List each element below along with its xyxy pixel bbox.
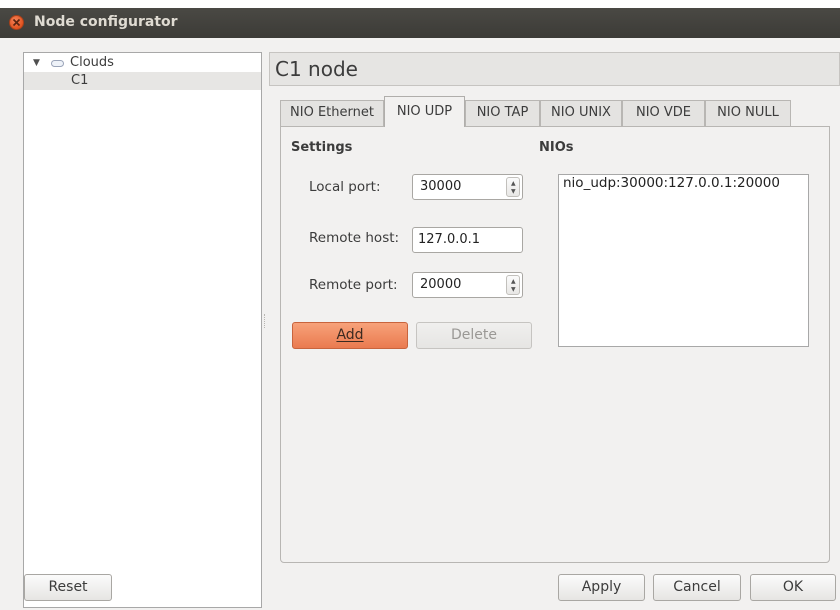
- remote-port-spinbox[interactable]: 20000 ▲ ▼: [412, 272, 523, 298]
- nios-title: NIOs: [539, 140, 574, 155]
- local-port-value: 30000: [420, 179, 462, 194]
- add-button[interactable]: Add: [292, 322, 408, 349]
- reset-button[interactable]: Reset: [24, 574, 112, 601]
- tree-item-c1[interactable]: C1: [24, 72, 261, 90]
- remote-host-value: 127.0.0.1: [418, 232, 481, 247]
- remote-host-label: Remote host:: [309, 230, 400, 246]
- title-bar: Node configurator: [0, 8, 840, 38]
- add-button-label: Add: [336, 327, 364, 343]
- ok-button-label: OK: [782, 579, 804, 595]
- apply-button[interactable]: Apply: [558, 574, 645, 601]
- settings-title: Settings: [291, 140, 353, 155]
- cancel-button[interactable]: Cancel: [653, 574, 741, 601]
- remote-host-input[interactable]: 127.0.0.1: [412, 227, 523, 253]
- delete-button[interactable]: Delete: [416, 322, 532, 349]
- nios-list-item[interactable]: nio_udp:30000:127.0.0.1:20000: [563, 175, 780, 191]
- tab-nio-null[interactable]: NIO NULL: [705, 100, 791, 126]
- local-port-label: Local port:: [309, 179, 381, 195]
- node-header: C1 node: [269, 52, 840, 86]
- spin-arrows-icon[interactable]: ▲ ▼: [506, 177, 520, 197]
- tree-item-label: C1: [71, 73, 89, 88]
- tab-nio-vde[interactable]: NIO VDE: [622, 100, 705, 126]
- close-window-button[interactable]: [9, 15, 24, 30]
- apply-button-label: Apply: [581, 579, 622, 595]
- reset-button-label: Reset: [48, 579, 88, 595]
- window-title: Node configurator: [34, 14, 178, 30]
- tree-item-label: Clouds: [70, 55, 114, 70]
- expand-arrow-icon[interactable]: ▼: [33, 54, 40, 72]
- nios-list[interactable]: nio_udp:30000:127.0.0.1:20000: [558, 174, 809, 347]
- delete-button-label: Delete: [451, 327, 497, 343]
- tree-item-clouds[interactable]: ▼ Clouds: [24, 54, 261, 72]
- tab-nio-unix[interactable]: NIO UNIX: [540, 100, 622, 126]
- cloud-icon: [51, 60, 64, 67]
- node-configurator-window: Node configurator ▼ Clouds C1 C1 node NI…: [0, 8, 840, 610]
- remote-port-value: 20000: [420, 277, 462, 292]
- remote-port-label: Remote port:: [309, 277, 398, 293]
- ok-button[interactable]: OK: [750, 574, 836, 601]
- cancel-button-label: Cancel: [673, 579, 721, 595]
- tab-nio-ethernet[interactable]: NIO Ethernet: [280, 100, 384, 126]
- spin-arrows-icon[interactable]: ▲ ▼: [506, 275, 520, 295]
- tab-nio-udp[interactable]: NIO UDP: [384, 96, 465, 127]
- node-title: C1 node: [275, 57, 358, 81]
- splitter-handle[interactable]: [264, 314, 267, 328]
- local-port-spinbox[interactable]: 30000 ▲ ▼: [412, 174, 523, 200]
- node-tree: ▼ Clouds C1: [23, 52, 262, 608]
- tab-nio-tap[interactable]: NIO TAP: [465, 100, 540, 126]
- close-icon: [12, 18, 21, 27]
